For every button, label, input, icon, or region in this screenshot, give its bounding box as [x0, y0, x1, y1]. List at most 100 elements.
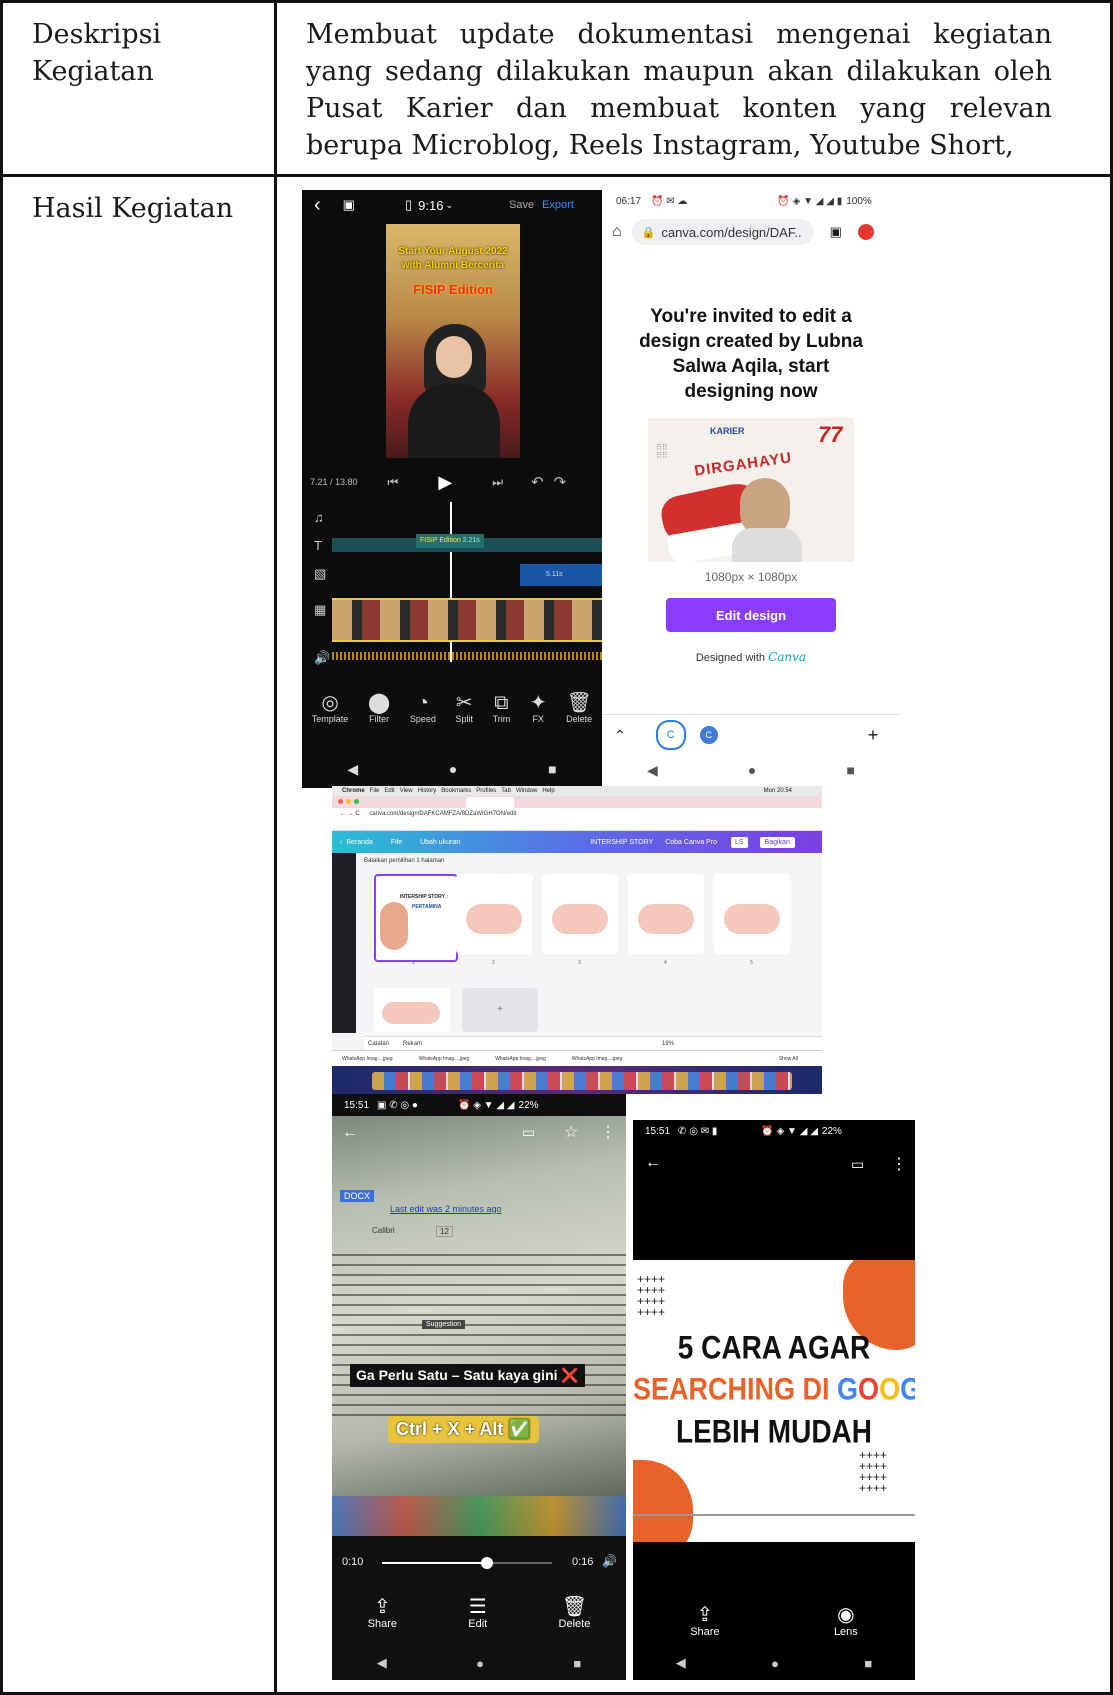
chevron-up-icon[interactable]: ⌃	[614, 727, 626, 744]
menu-window[interactable]: Window	[516, 788, 537, 794]
zoom-level[interactable]: 19%	[662, 1041, 674, 1047]
download-1[interactable]: WhatsApp Imag....jpeg	[342, 1056, 393, 1062]
nav-recents-icon[interactable]: ■	[548, 761, 556, 777]
sticker-clip[interactable]: 5.11s	[520, 564, 602, 586]
tool-delete[interactable]: 🗑 Delete	[566, 692, 592, 742]
active-tab[interactable]	[466, 797, 514, 808]
nav-recents-icon[interactable]: ■	[864, 1656, 872, 1671]
menu-file[interactable]: File	[370, 788, 380, 794]
export-button[interactable]: Export	[542, 199, 574, 211]
header-home[interactable]: Beranda	[346, 839, 372, 846]
text-clip[interactable]: FISIP Edition 2.21s	[416, 534, 484, 548]
skip-back-icon[interactable]: ⏮	[388, 475, 399, 490]
play-icon[interactable]: ▶	[438, 472, 452, 493]
menu-tab[interactable]: Tab	[501, 788, 511, 794]
account-icon[interactable]	[857, 224, 874, 240]
volume-icon[interactable]: 🔊	[602, 1554, 617, 1568]
minimize-window-icon[interactable]	[346, 799, 351, 804]
tool-split[interactable]: ✂ Split	[455, 692, 473, 742]
aspect-ratio[interactable]: 9:16	[418, 198, 443, 213]
font-select[interactable]: Calibri	[372, 1226, 395, 1235]
desktop-url[interactable]: canva.com/design/DAFKCAMFZA/8DZaWIGH7ON/…	[369, 811, 516, 817]
nav-home-icon[interactable]: ●	[476, 1656, 484, 1671]
cast-icon[interactable]: ▭	[851, 1156, 864, 1173]
page-thumb-1[interactable]: INTERSHIP STORY : PERTAMINA	[374, 874, 458, 962]
nav-arrows-icon[interactable]: ← → C	[340, 811, 360, 817]
share-button[interactable]: Bagikan	[759, 836, 795, 848]
nav-back-icon[interactable]: ◀	[676, 1655, 686, 1671]
avatar[interactable]: LS	[730, 836, 748, 848]
menu-history[interactable]: History	[418, 788, 437, 794]
post-image[interactable]: ++++ ++++ ++++ ++++ ++++ ++++ ++++ ++++ 5 CARA…	[633, 1260, 915, 1542]
undo-icon[interactable]: ↶	[531, 473, 544, 491]
back-icon[interactable]: ‹	[314, 194, 321, 217]
notes-button[interactable]: Catatan	[368, 1041, 389, 1047]
download-2[interactable]: WhatsApp Imag....jpeg	[419, 1056, 470, 1062]
nav-recents-icon[interactable]: ■	[573, 1656, 581, 1671]
video-track-icon[interactable]: ▦	[314, 602, 326, 618]
font-size[interactable]: 12	[436, 1226, 453, 1237]
cast-icon[interactable]: ▭	[522, 1124, 535, 1141]
nav-home-icon[interactable]: ●	[748, 762, 756, 778]
menu-help[interactable]: Help	[542, 788, 554, 794]
home-icon[interactable]: ⌂	[612, 223, 622, 241]
edit-button[interactable]: ☰ Edit	[468, 1596, 487, 1630]
back-home-icon[interactable]: ‹	[340, 839, 342, 846]
plus-icon[interactable]: +	[868, 725, 879, 746]
sticker-track-icon[interactable]: ▧	[314, 566, 326, 582]
volume-icon[interactable]: 🔊	[314, 650, 330, 666]
lens-button[interactable]: ◉ Lens	[834, 1604, 858, 1638]
header-resize[interactable]: Ubah ukuran	[420, 839, 460, 846]
download-3[interactable]: WhatsApp Imag....jpeg	[495, 1056, 546, 1062]
tool-speed[interactable]: ◔ Speed	[410, 692, 436, 742]
menu-edit[interactable]: Edit	[384, 788, 394, 794]
tab-canva-icon-2[interactable]: C	[699, 726, 718, 744]
seek-bar[interactable]	[382, 1557, 552, 1569]
page-thumb-2[interactable]	[456, 874, 532, 954]
show-all-button[interactable]: Show All	[779, 1056, 798, 1062]
back-arrow-icon[interactable]: ←	[645, 1154, 661, 1172]
music-track-icon[interactable]: ♫	[314, 510, 324, 525]
tool-fx[interactable]: ✦ FX	[530, 692, 547, 742]
skip-forward-icon[interactable]: ⏭	[492, 475, 503, 490]
help-icon[interactable]: ▣	[343, 197, 355, 213]
add-page-button[interactable]: +	[462, 988, 538, 1032]
menu-chrome[interactable]: Chrome	[342, 788, 365, 794]
page-thumb-3[interactable]	[542, 874, 618, 954]
design-thumbnail[interactable]: KARIER 77 DIRGAHAYU ⠿⠿ ⠿⠿	[648, 418, 854, 562]
tab-canva-icon[interactable]: C	[655, 720, 686, 750]
page-thumb-4[interactable]	[628, 874, 704, 954]
tool-trim[interactable]: ⧉ Trim	[493, 692, 511, 742]
star-icon[interactable]: ☆	[564, 1122, 578, 1142]
tool-template[interactable]: ◎ Template	[312, 692, 349, 742]
dock-app-icons[interactable]	[372, 1072, 792, 1090]
menu-view[interactable]: View	[400, 788, 413, 794]
menu-profiles[interactable]: Profiles	[476, 788, 496, 794]
more-icon[interactable]: ⋮	[891, 1154, 907, 1174]
page-thumb-5[interactable]	[714, 874, 790, 954]
url-bar[interactable]: 🔒 canva.com/design/DAF..	[631, 219, 814, 245]
text-track-icon[interactable]: T	[314, 538, 322, 553]
delete-button[interactable]: 🗑 Delete	[559, 1596, 591, 1630]
download-4[interactable]: WhatsApp Imag....jpeg	[572, 1056, 623, 1062]
header-try-pro[interactable]: Coba Canva Pro	[665, 839, 717, 846]
nav-back-icon[interactable]: ◀	[347, 761, 358, 778]
maximize-window-icon[interactable]	[354, 799, 359, 804]
deselect-label[interactable]: Batalkan pemilihan 1 halaman	[364, 858, 444, 864]
share-button[interactable]: ⇪ Share	[690, 1604, 719, 1638]
record-button[interactable]: Rekam	[403, 1041, 422, 1047]
header-file[interactable]: File	[391, 839, 402, 846]
redo-icon[interactable]: ↷	[554, 473, 567, 491]
menu-bookmarks[interactable]: Bookmarks	[441, 788, 471, 794]
edit-design-button[interactable]: Edit design	[666, 598, 836, 632]
tabs-icon[interactable]: ▣	[830, 224, 842, 240]
video-frame[interactable]: ← ▭ ☆ ⋮ DOCX Last edit was 2 minutes ago…	[332, 1116, 626, 1536]
nav-home-icon[interactable]: ●	[771, 1656, 779, 1671]
video-clip-strip[interactable]	[332, 598, 602, 642]
tool-filter[interactable]: ⬤ Filter	[368, 692, 390, 742]
more-icon[interactable]: ⋮	[600, 1122, 616, 1142]
close-window-icon[interactable]	[338, 799, 343, 804]
nav-back-icon[interactable]: ◀	[377, 1655, 387, 1671]
page-thumb-6[interactable]	[374, 988, 450, 1032]
nav-back-icon[interactable]: ◀	[647, 762, 658, 779]
